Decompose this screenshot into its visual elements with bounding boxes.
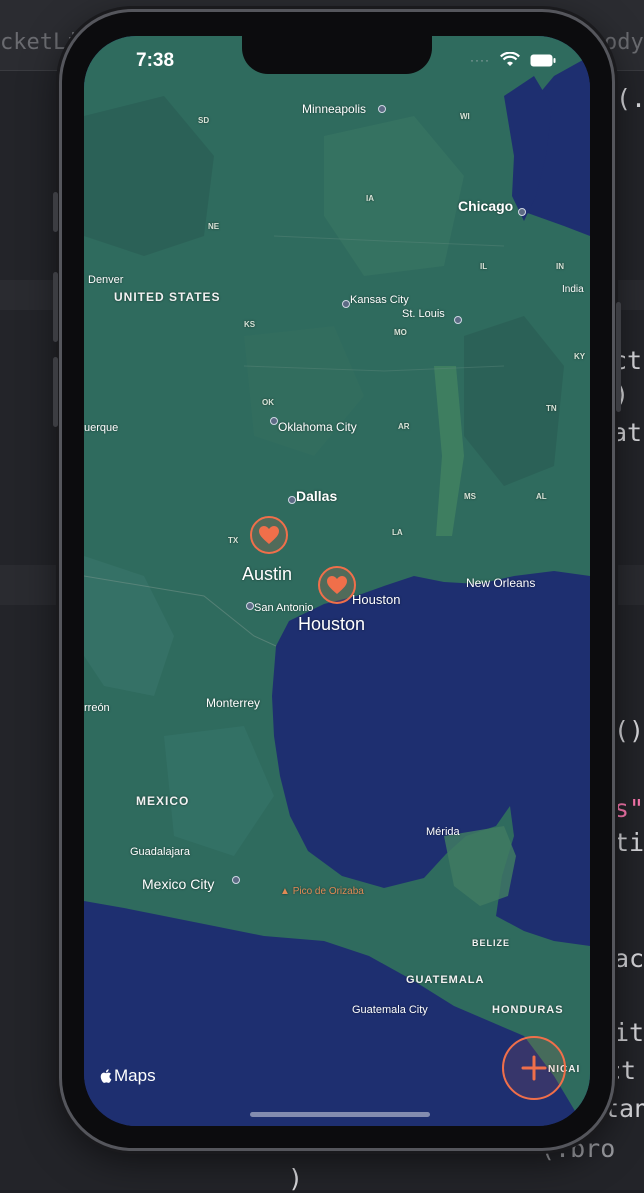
city-label-dallas[interactable]: Dallas (296, 488, 337, 504)
state-label: SD (198, 116, 210, 125)
heart-icon (327, 576, 347, 594)
city-label-denver[interactable]: Denver (88, 274, 123, 286)
city-label-torreon[interactable]: rreón (84, 702, 110, 714)
code-fragment: () (614, 716, 644, 745)
city-label-mexico-city[interactable]: Mexico City (142, 876, 214, 892)
city-label-monterrey[interactable]: Monterrey (206, 696, 260, 710)
status-time: 7:38 (136, 50, 175, 71)
country-label-honduras: HONDURAS (492, 1004, 564, 1016)
city-label-san-antonio[interactable]: San Antonio (254, 602, 313, 614)
city-dot (378, 105, 386, 113)
pin-label-austin[interactable]: Austin (242, 564, 292, 585)
country-label-united-states: UNITED STATES (114, 290, 221, 304)
state-label: WI (460, 112, 470, 121)
city-label-st-louis[interactable]: St. Louis (402, 308, 445, 320)
state-label: AL (536, 492, 547, 501)
state-label: MS (464, 492, 476, 501)
city-label-minneapolis[interactable]: Minneapolis (302, 102, 366, 116)
maps-attribution[interactable]: Maps (98, 1066, 156, 1086)
code-fragment: (. (616, 84, 644, 113)
state-label: KS (244, 320, 256, 329)
state-label: MO (394, 328, 407, 337)
code-fragment: ti (614, 828, 644, 857)
country-label-mexico: MEXICO (136, 794, 190, 808)
state-label: IA (366, 194, 374, 203)
plus-icon (521, 1055, 547, 1081)
state-label: LA (392, 528, 403, 537)
city-dot (288, 496, 296, 504)
power-button (616, 302, 621, 412)
city-dot (232, 876, 240, 884)
city-label-new-orleans[interactable]: New Orleans (466, 576, 535, 590)
map-pin-houston[interactable] (318, 566, 356, 604)
state-label: IN (556, 262, 564, 271)
notch (242, 36, 432, 74)
state-label: OK (262, 398, 274, 407)
state-label: TN (546, 404, 557, 413)
state-label: IL (480, 262, 488, 271)
code-fragment: ) (288, 1164, 304, 1193)
maps-attribution-label: Maps (114, 1066, 156, 1085)
state-label: KY (574, 352, 586, 361)
city-label-guatemala-city[interactable]: Guatemala City (352, 1004, 428, 1016)
landmark-label-pico-de-orizaba: ▲ Pico de Orizaba (280, 886, 364, 897)
city-label-oklahoma-city[interactable]: Oklahoma City (278, 420, 357, 434)
city-label-indianapolis[interactable]: India (562, 284, 584, 295)
home-indicator[interactable] (250, 1112, 430, 1117)
city-label-merida[interactable]: Mérida (426, 826, 460, 838)
state-label: AR (398, 422, 410, 431)
city-label-guadalajara[interactable]: Guadalajara (130, 846, 190, 858)
heart-icon (259, 526, 279, 544)
city-label-kansas-city[interactable]: Kansas City (350, 294, 409, 306)
city-dot (454, 316, 462, 324)
country-label-guatemala: GUATEMALA (406, 974, 485, 986)
code-fragment: tan (604, 1094, 644, 1123)
wifi-icon (500, 52, 520, 66)
volume-down-button (53, 357, 58, 427)
battery-icon (530, 54, 556, 66)
city-label-houston[interactable]: Houston (352, 592, 400, 607)
state-label: NE (208, 222, 220, 231)
city-dot (246, 602, 254, 610)
code-fragment: it (614, 1018, 644, 1047)
editor-tab-right[interactable]: ody (604, 30, 644, 55)
iphone-frame: 7:38 ···· Minneapolis Chicago Denver UNI… (53, 12, 621, 1148)
volume-up-button (53, 272, 58, 342)
pin-label-houston[interactable]: Houston (298, 614, 365, 635)
city-dot (518, 208, 526, 216)
phone-screen: 7:38 ···· Minneapolis Chicago Denver UNI… (84, 36, 590, 1126)
add-location-button[interactable] (502, 1036, 566, 1100)
code-fragment: ac (614, 944, 644, 973)
code-fragment: s" (614, 794, 644, 823)
city-dot (342, 300, 350, 308)
signal-icon: ···· (470, 53, 490, 67)
city-dot (270, 417, 278, 425)
code-fragment: at (612, 418, 643, 447)
mute-switch (53, 192, 58, 232)
city-label-albuquerque[interactable]: uerque (84, 422, 118, 434)
status-icons: ···· (470, 52, 556, 68)
landmark-label-text: Pico de Orizaba (292, 886, 364, 897)
map-pin-austin[interactable] (250, 516, 288, 554)
city-label-chicago[interactable]: Chicago (458, 198, 513, 214)
country-label-belize: BELIZE (472, 938, 511, 948)
apple-logo-icon (100, 1069, 112, 1083)
state-label: TX (228, 536, 239, 545)
